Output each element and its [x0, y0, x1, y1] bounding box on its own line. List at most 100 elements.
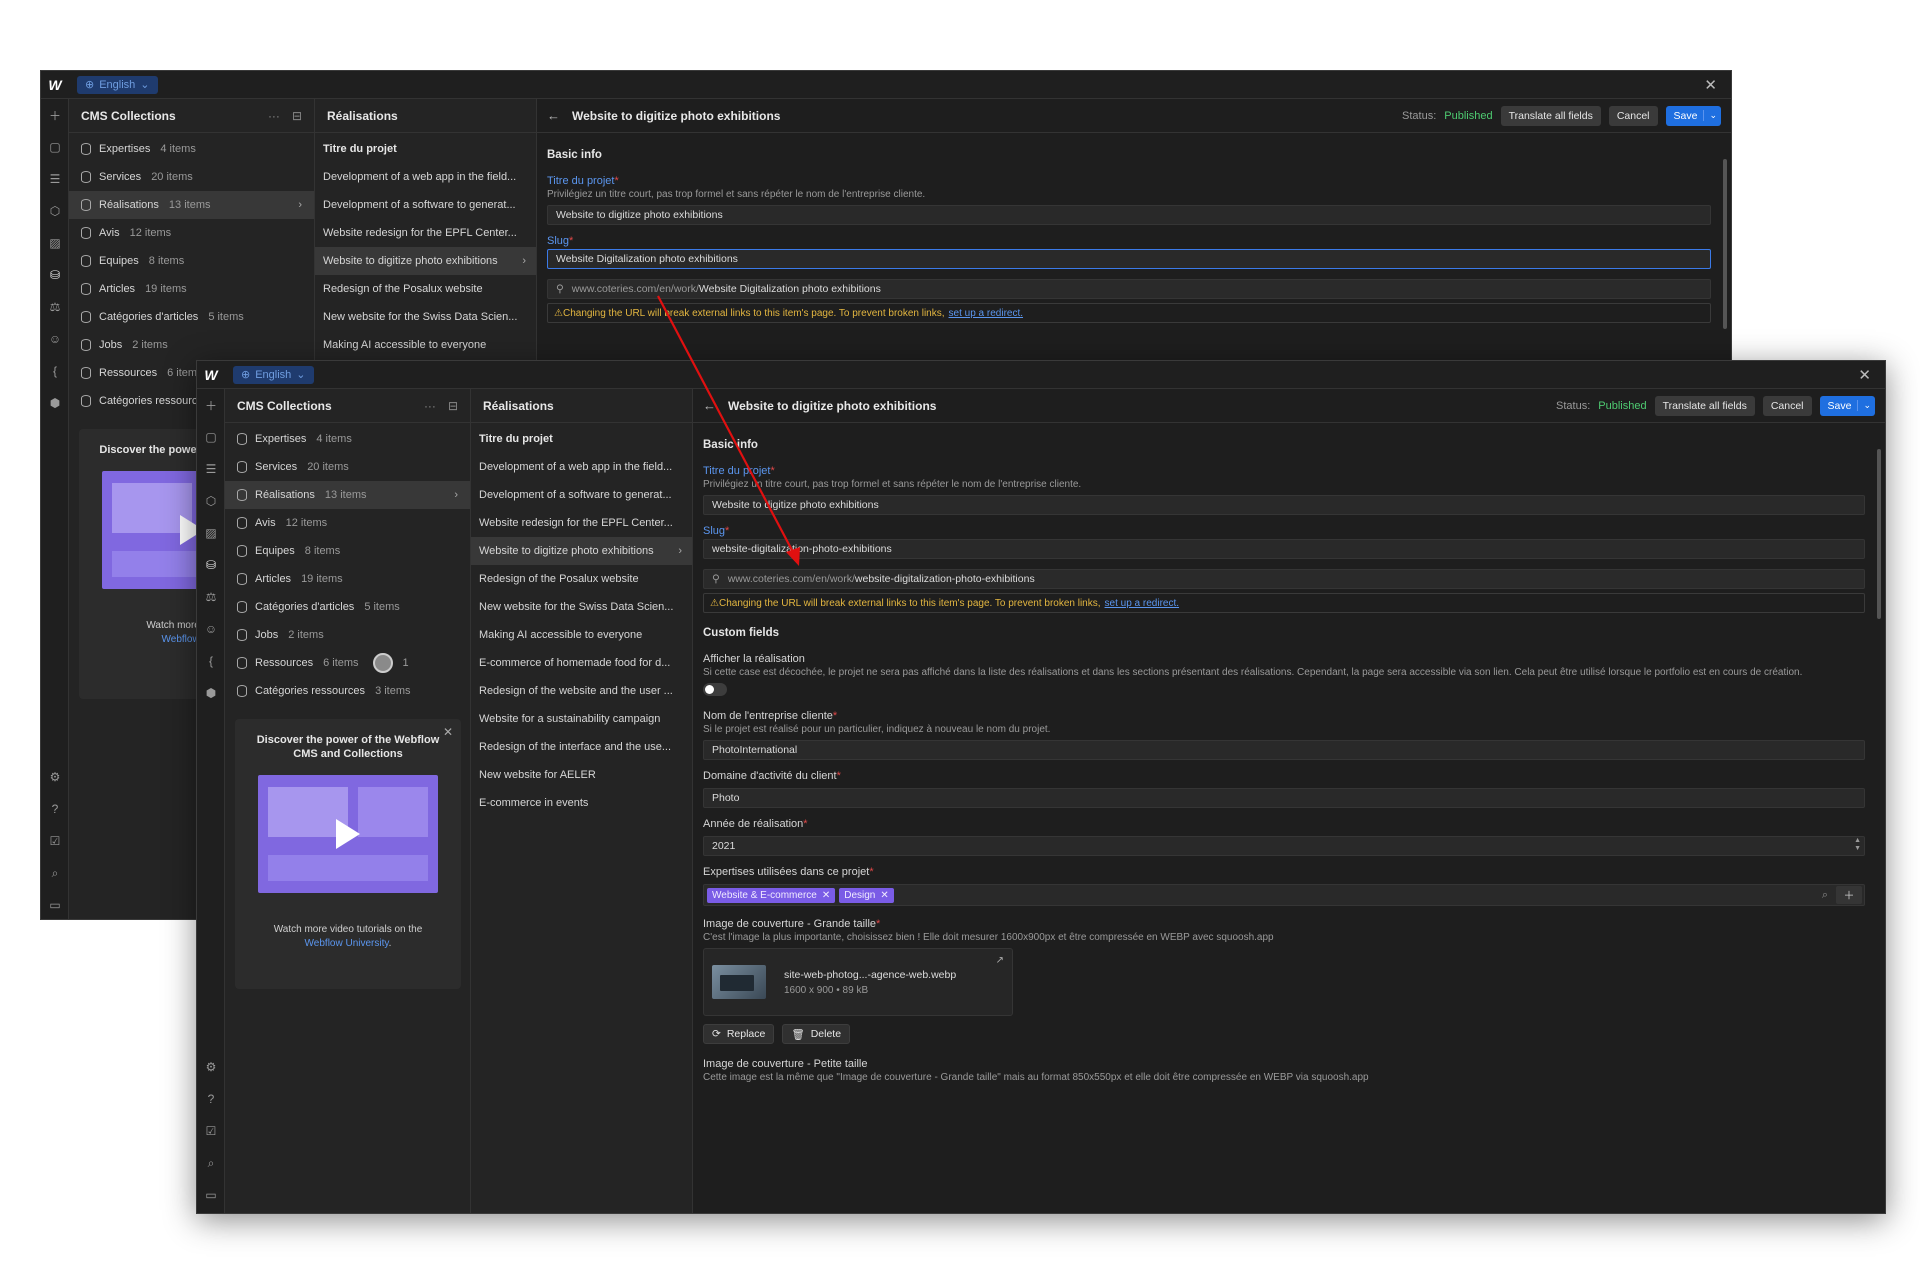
variables-icon[interactable]: { [47, 363, 63, 379]
ecommerce-icon[interactable]: ⚖ [47, 299, 63, 315]
collapse-icon[interactable]: ⊟ [448, 399, 458, 413]
remove-icon[interactable]: ✕ [880, 890, 888, 901]
assets-icon[interactable]: ▨ [203, 525, 219, 541]
apps-icon[interactable]: ⬢ [47, 395, 63, 411]
slug-input[interactable]: Website Digitalization photo exhibitions [547, 249, 1711, 269]
collection-item-jobs[interactable]: Jobs 2 items [69, 331, 314, 359]
add-icon[interactable]: ＋ [203, 397, 219, 413]
collection-item-categories-ressources[interactable]: Catégories ressources 3 items [225, 677, 470, 705]
components-icon[interactable]: ⬡ [203, 493, 219, 509]
users-icon[interactable]: ☺ [203, 621, 219, 637]
collapse-icon[interactable]: ⊟ [292, 109, 302, 123]
list-item[interactable]: New website for the Swiss Data Scien... [315, 303, 536, 331]
collection-item-expertises[interactable]: Expertises 4 items [69, 135, 314, 163]
titre-input[interactable]: Website to digitize photo exhibitions [547, 205, 1711, 225]
collection-item-avis[interactable]: Avis 12 items [225, 509, 470, 537]
chevron-down-icon[interactable]: ⌄ [1703, 110, 1717, 121]
list-item[interactable]: Redesign of the Posalux website [471, 565, 692, 593]
list-item[interactable]: Website for a sustainability campaign [471, 705, 692, 733]
more-icon[interactable]: ··· [424, 399, 436, 413]
slug-input[interactable]: website-digitalization-photo-exhibitions [703, 539, 1865, 559]
more-icon[interactable]: ··· [268, 109, 280, 123]
number-stepper[interactable]: ▲ ▼ [1854, 837, 1861, 853]
list-item[interactable]: New website for the Swiss Data Scien... [471, 593, 692, 621]
items-column-header[interactable]: Titre du projet [315, 135, 536, 163]
domaine-input[interactable]: Photo [703, 788, 1865, 808]
list-item[interactable]: Development of a software to generat... [315, 191, 536, 219]
collection-item-avis[interactable]: Avis 12 items [69, 219, 314, 247]
audit-icon[interactable]: ☑ [47, 833, 63, 849]
add-icon[interactable]: ＋ [47, 107, 63, 123]
back-arrow-icon[interactable]: ← [547, 108, 560, 123]
ecommerce-icon[interactable]: ⚖ [203, 589, 219, 605]
video-icon[interactable]: ▭ [47, 897, 63, 913]
collection-item-services[interactable]: Services 20 items [69, 163, 314, 191]
collection-item-services[interactable]: Services 20 items [225, 453, 470, 481]
collection-item-articles[interactable]: Articles 19 items [69, 275, 314, 303]
close-icon[interactable]: ✕ [1704, 76, 1717, 94]
list-item[interactable]: Website redesign for the EPFL Center... [471, 509, 692, 537]
collection-item-equipes[interactable]: Equipes 8 items [69, 247, 314, 275]
navigator-icon[interactable]: ☰ [47, 171, 63, 187]
cms-icon[interactable]: ⛁ [203, 557, 219, 573]
replace-button[interactable]: ⟳ Replace [703, 1024, 775, 1044]
collection-item-realisations[interactable]: Réalisations 13 items › [69, 191, 314, 219]
cancel-button[interactable]: Cancel [1762, 395, 1812, 416]
collection-item-expertises[interactable]: Expertises 4 items [225, 425, 470, 453]
translate-button[interactable]: Translate all fields [1654, 395, 1755, 416]
video-icon[interactable]: ▭ [203, 1187, 219, 1203]
list-item[interactable]: Website redesign for the EPFL Center... [315, 219, 536, 247]
language-selector[interactable]: ⊕ English ⌄ [77, 75, 158, 94]
collection-item-categories-articles[interactable]: Catégories d'articles 5 items [69, 303, 314, 331]
settings-icon[interactable]: ⚙ [47, 769, 63, 785]
navigator-icon[interactable]: ☰ [203, 461, 219, 477]
collection-item-articles[interactable]: Articles 19 items [225, 565, 470, 593]
list-item[interactable]: New website for AELER [471, 761, 692, 789]
help-icon[interactable]: ? [203, 1091, 219, 1107]
webflow-university-link[interactable]: Webflow University [305, 938, 389, 949]
help-icon[interactable]: ? [47, 801, 63, 817]
list-item[interactable]: Development of a web app in the field... [471, 453, 692, 481]
list-item[interactable]: Making AI accessible to everyone [315, 331, 536, 359]
settings-icon[interactable]: ⚙ [203, 1059, 219, 1075]
redirect-link[interactable]: set up a redirect. [949, 308, 1023, 319]
promo-video-thumbnail[interactable] [258, 775, 438, 893]
search-icon[interactable]: ⌕ [47, 865, 63, 881]
scrollbar[interactable] [1723, 159, 1727, 329]
list-item[interactable]: E-commerce of homemade food for d... [471, 649, 692, 677]
language-selector[interactable]: ⊕ English ⌄ [233, 365, 314, 384]
scrollbar[interactable] [1877, 449, 1881, 619]
list-item[interactable]: Making AI accessible to everyone [471, 621, 692, 649]
redirect-link[interactable]: set up a redirect. [1105, 598, 1179, 609]
list-item-selected[interactable]: Website to digitize photo exhibitions › [471, 537, 692, 565]
titre-input[interactable]: Website to digitize photo exhibitions [703, 495, 1865, 515]
collection-item-realisations[interactable]: Réalisations 13 items › [225, 481, 470, 509]
items-column-header[interactable]: Titre du projet [471, 425, 692, 453]
collection-item-equipes[interactable]: Equipes 8 items [225, 537, 470, 565]
variables-icon[interactable]: { [203, 653, 219, 669]
external-link-icon[interactable]: ↗ [996, 955, 1004, 966]
pages-icon[interactable]: ▢ [203, 429, 219, 445]
users-icon[interactable]: ☺ [47, 331, 63, 347]
search-icon[interactable]: ⌕ [203, 1155, 219, 1171]
save-button[interactable]: Save ⌄ [1819, 395, 1875, 416]
delete-button[interactable]: 🗑 Delete [782, 1024, 851, 1044]
collection-item-jobs[interactable]: Jobs 2 items [225, 621, 470, 649]
expertises-multiselect[interactable]: Website & E-commerce ✕ Design ✕ ⌕ ＋ [703, 884, 1865, 906]
assets-icon[interactable]: ▨ [47, 235, 63, 251]
apps-icon[interactable]: ⬢ [203, 685, 219, 701]
collection-item-ressources[interactable]: Ressources 6 items 1 [225, 649, 470, 677]
add-icon[interactable]: ＋ [1836, 886, 1862, 904]
list-item[interactable]: Development of a software to generat... [471, 481, 692, 509]
tag-design[interactable]: Design ✕ [839, 887, 894, 903]
chevron-down-icon[interactable]: ⌄ [1857, 400, 1871, 411]
list-item[interactable]: E-commerce in events [471, 789, 692, 817]
cancel-button[interactable]: Cancel [1608, 105, 1658, 126]
cms-icon[interactable]: ⛁ [47, 267, 63, 283]
close-icon[interactable]: ✕ [443, 725, 453, 739]
components-icon[interactable]: ⬡ [47, 203, 63, 219]
list-item[interactable]: Redesign of the interface and the use... [471, 733, 692, 761]
cover-image-card[interactable]: site-web-photog...-agence-web.webp 1600 … [703, 948, 1013, 1016]
tag-website-ecommerce[interactable]: Website & E-commerce ✕ [707, 887, 836, 903]
list-item[interactable]: Redesign of the Posalux website [315, 275, 536, 303]
